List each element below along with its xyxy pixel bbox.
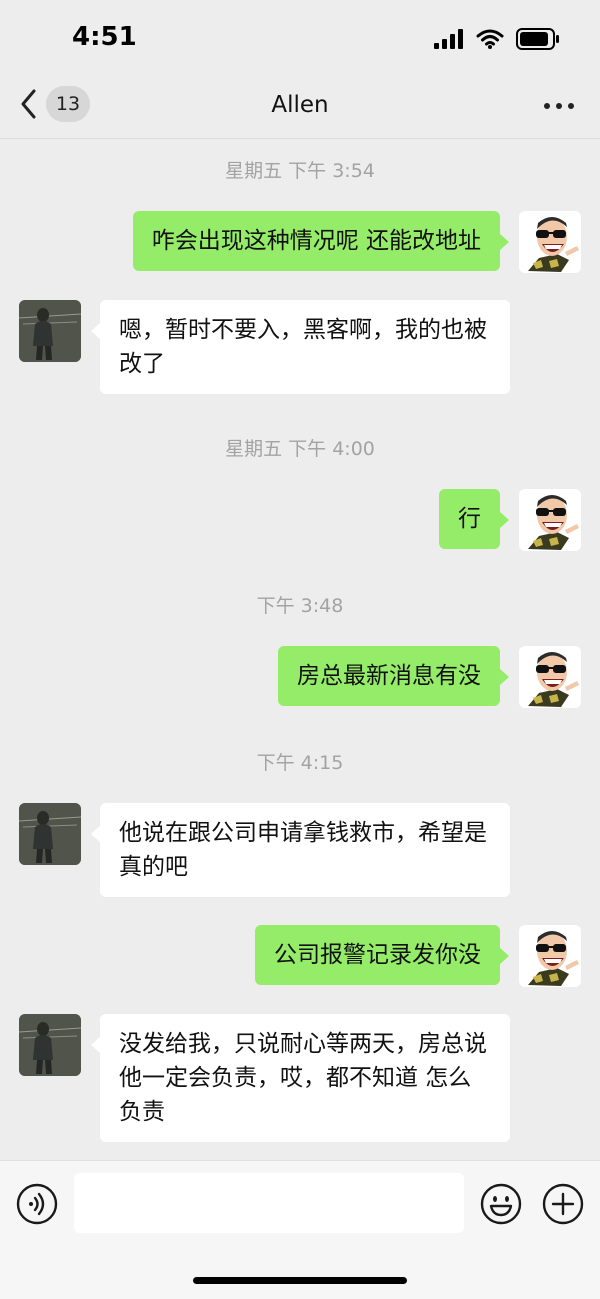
status-icons [434, 28, 560, 50]
more-dots-icon [544, 103, 550, 109]
signal-icon [434, 29, 463, 49]
message-bubble-theirs[interactable]: 没发给我，只说耐心等两天，房总说他一定会负责，哎，都不知道 怎么负责 [91, 1014, 510, 1142]
contact-avatar[interactable] [19, 300, 81, 362]
battery-icon [516, 28, 559, 50]
my-avatar[interactable] [519, 925, 581, 987]
status-bar: 4:51 [0, 0, 600, 80]
wifi-icon [476, 29, 504, 49]
chat-title: Allen [271, 92, 329, 118]
contact-avatar[interactable] [19, 1014, 81, 1076]
message-bubble-theirs[interactable]: 嗯，暂时不要入，黑客啊，我的也被改了 [91, 300, 510, 394]
plus-icon[interactable] [542, 1183, 584, 1225]
emoji-icon[interactable] [480, 1183, 522, 1225]
contact-avatar[interactable] [19, 803, 81, 865]
message-bubble-mine[interactable]: 房总最新消息有没 [278, 646, 509, 706]
timestamp: 下午 4:15 [256, 752, 344, 774]
status-time: 4:51 [72, 22, 137, 52]
nav-bar: 13 Allen [0, 80, 600, 139]
message-bubble-theirs[interactable]: 他说在跟公司申请拿钱救市，希望是真的吧 [91, 803, 510, 897]
my-avatar[interactable] [519, 646, 581, 708]
more-dots-icon [568, 103, 574, 109]
home-indicator [193, 1277, 407, 1284]
more-dots-icon [556, 103, 562, 109]
my-avatar[interactable] [519, 489, 581, 551]
timestamp: 星期五 下午 4:00 [225, 438, 375, 460]
message-bubble-mine[interactable]: 咋会出现这种情况呢 还能改地址 [132, 211, 510, 271]
timestamp: 下午 3:48 [256, 595, 344, 617]
voice-icon[interactable] [16, 1183, 58, 1225]
message-bubble-mine[interactable]: 行 [439, 489, 509, 549]
timestamp: 星期五 下午 3:54 [225, 160, 375, 182]
message-bubble-mine[interactable]: 公司报警记录发你没 [255, 925, 509, 985]
message-input[interactable] [74, 1173, 464, 1233]
more-button[interactable] [544, 92, 574, 120]
my-avatar[interactable] [519, 211, 581, 273]
